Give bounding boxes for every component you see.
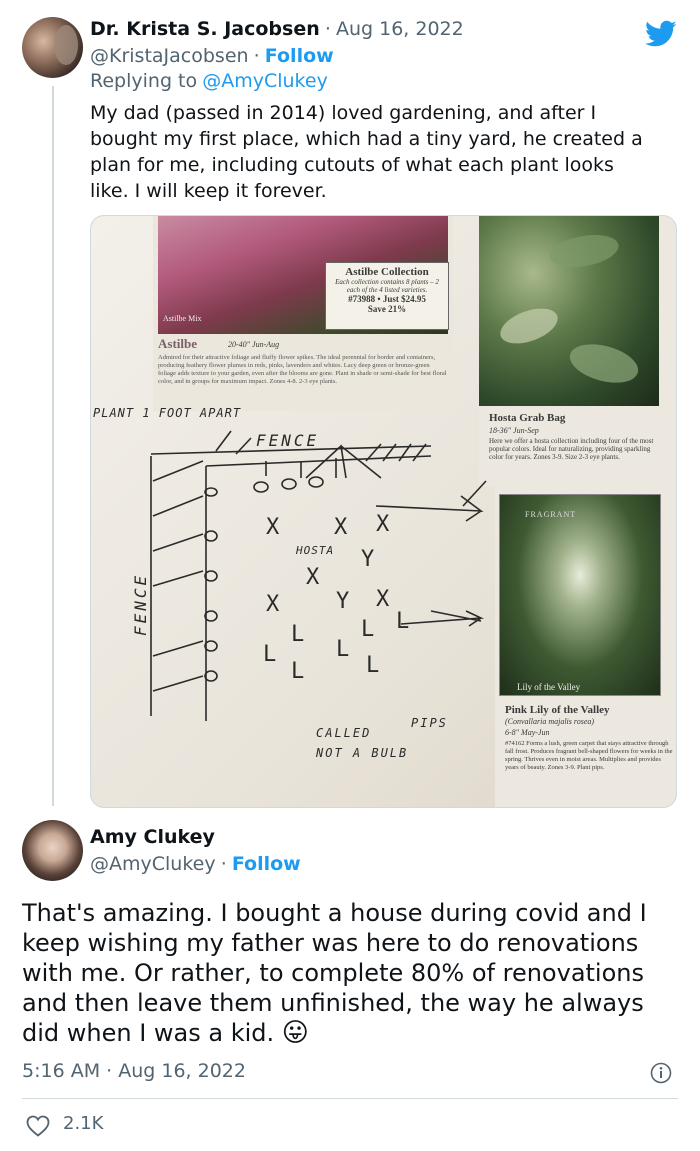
main-author-name-row: Amy Clukey xyxy=(90,826,215,848)
main-text: That's amazing. I bought a house during … xyxy=(22,899,647,1047)
reply-date[interactable]: Aug 16, 2022 xyxy=(336,18,464,40)
reply-author-line: Dr. Krista S. Jacobsen · Aug 16, 2022 xyxy=(90,18,464,40)
main-handle[interactable]: @AmyClukey xyxy=(90,853,216,875)
fence-top-label: FENCE xyxy=(256,431,320,450)
svg-text:Y: Y xyxy=(361,547,374,572)
main-text-block: That's amazing. I bought a house during … xyxy=(22,898,682,1048)
garden-plan-photo[interactable]: Astilbe Collection Each collection conta… xyxy=(90,215,677,808)
amy-avatar[interactable] xyxy=(22,820,83,881)
fence-side-label: FENCE xyxy=(131,572,150,636)
replying-to: Replying to @AmyClukey xyxy=(90,70,328,92)
svg-text:L: L xyxy=(291,659,304,684)
heart-icon[interactable] xyxy=(26,1115,50,1137)
svg-text:Y: Y xyxy=(336,589,349,614)
reply-text: My dad (passed in 2014) loved gardening,… xyxy=(90,102,643,202)
like-count: 2.1K xyxy=(63,1113,104,1134)
svg-text:L: L xyxy=(396,609,409,634)
reply-dot: · xyxy=(324,18,331,40)
hosta-label: HOSTA xyxy=(296,544,335,557)
reply-handle-line: @KristaJacobsen · Follow xyxy=(90,45,334,67)
reply-handle-dot: · xyxy=(253,45,260,67)
krista-avatar[interactable] xyxy=(22,17,83,78)
not-bulb-label: NOT A BULB xyxy=(316,746,409,760)
svg-text:X: X xyxy=(334,515,348,540)
tongue-emoji: 😛 xyxy=(281,1018,309,1048)
called-label: CALLED xyxy=(316,726,372,740)
svg-text:L: L xyxy=(291,622,304,647)
main-follow-button[interactable]: Follow xyxy=(232,853,301,875)
pips-label: PIPS xyxy=(411,716,448,730)
garden-plan-drawing: XXX XY XYX LLL LLLL xyxy=(150,430,487,721)
plan-note: PLANT 1 FOOT APART xyxy=(93,406,242,420)
svg-text:X: X xyxy=(306,565,320,590)
replying-to-handle[interactable]: @AmyClukey xyxy=(202,70,328,92)
svg-text:L: L xyxy=(366,653,379,678)
reply-author-name[interactable]: Dr. Krista S. Jacobsen xyxy=(90,18,320,40)
replying-to-prefix: Replying to xyxy=(90,70,198,92)
info-icon[interactable] xyxy=(650,1062,672,1084)
reply-handle[interactable]: @KristaJacobsen xyxy=(90,45,249,67)
svg-text:L: L xyxy=(361,617,374,642)
twitter-bird-icon[interactable] xyxy=(645,20,677,48)
main-handle-line: @AmyClukey · Follow xyxy=(90,853,301,875)
svg-text:X: X xyxy=(266,592,280,617)
divider xyxy=(22,1098,678,1099)
svg-text:X: X xyxy=(376,512,390,537)
svg-text:L: L xyxy=(263,642,276,667)
main-handle-dot: · xyxy=(220,853,227,875)
main-timestamp[interactable]: 5:16 AM · Aug 16, 2022 xyxy=(22,1060,246,1082)
thread-line xyxy=(52,86,54,806)
reply-follow-button[interactable]: Follow xyxy=(265,45,334,67)
main-author-name[interactable]: Amy Clukey xyxy=(90,826,215,848)
svg-text:X: X xyxy=(376,587,390,612)
svg-text:X: X xyxy=(266,515,280,540)
svg-text:L: L xyxy=(336,637,349,662)
